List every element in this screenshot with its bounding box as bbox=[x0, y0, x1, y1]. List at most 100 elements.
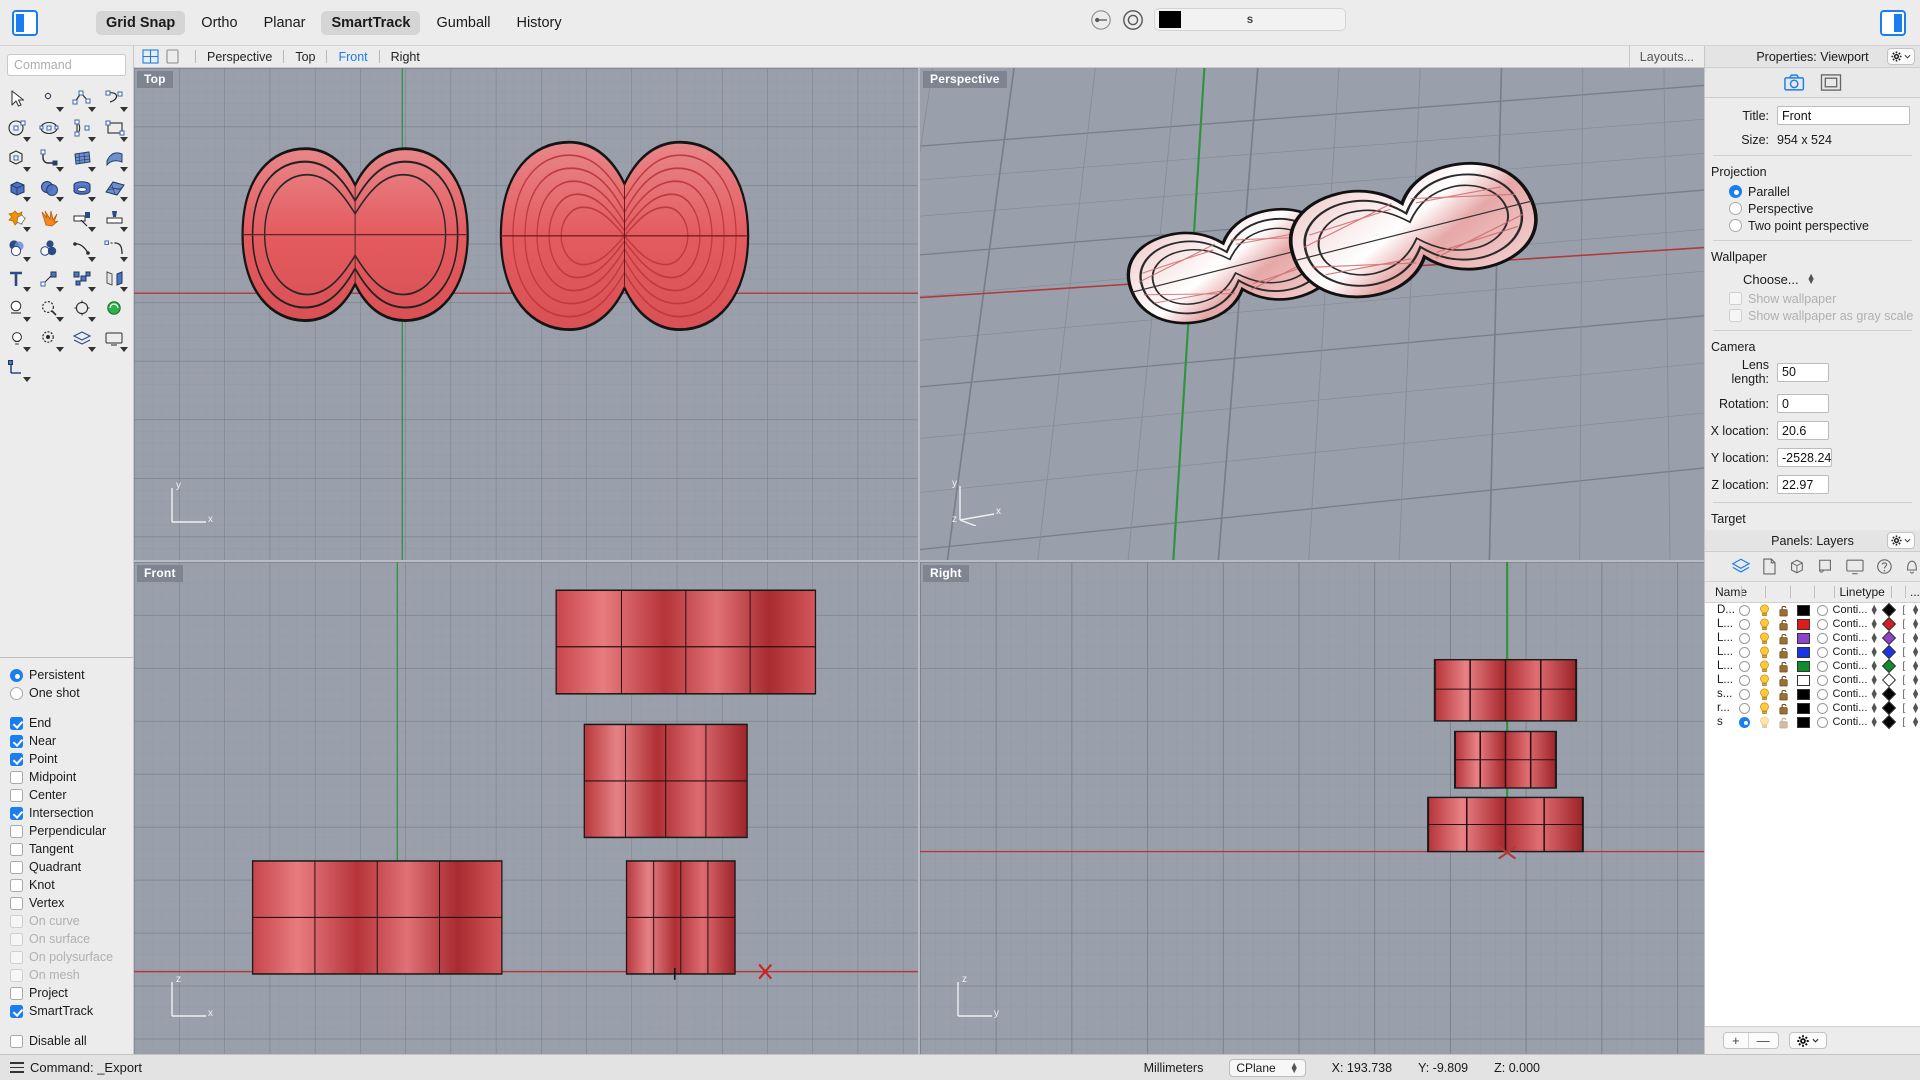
lightbulb-icon[interactable] bbox=[1758, 660, 1771, 673]
flyout-indicator-icon[interactable] bbox=[88, 227, 96, 232]
rectangle-tool[interactable] bbox=[99, 114, 131, 144]
viewport-right[interactable]: Right bbox=[920, 562, 1704, 1054]
camera-x-location-input[interactable]: 20.6 bbox=[1777, 421, 1829, 440]
viewport-tab-front[interactable]: Front bbox=[336, 50, 369, 64]
scale-tool[interactable] bbox=[34, 264, 66, 294]
projection-parallel[interactable]: Parallel bbox=[1705, 183, 1920, 200]
unlock-icon[interactable] bbox=[1778, 674, 1790, 687]
layer-print-color-icon[interactable] bbox=[1882, 617, 1896, 631]
checkbox-icon[interactable] bbox=[10, 879, 23, 892]
osnap-mode-one-shot[interactable]: One shot bbox=[10, 684, 133, 702]
radio-icon[interactable] bbox=[10, 687, 23, 700]
viewport-front[interactable]: Front bbox=[134, 562, 918, 1054]
flyout-indicator-icon[interactable] bbox=[23, 167, 31, 172]
viewport-label-perspective[interactable]: Perspective bbox=[923, 71, 1007, 88]
projection-perspective[interactable]: Perspective bbox=[1705, 200, 1920, 217]
flyout-indicator-icon[interactable] bbox=[23, 377, 31, 382]
layer-current-radio-icon[interactable] bbox=[1739, 619, 1750, 630]
unlock-icon[interactable] bbox=[1778, 618, 1790, 631]
layer-print-width[interactable]: [ bbox=[1897, 675, 1911, 686]
menu-item-history[interactable]: History bbox=[506, 11, 571, 35]
radio-icon[interactable] bbox=[1729, 219, 1742, 232]
explode-tool[interactable] bbox=[34, 204, 66, 234]
viewport-label-right[interactable]: Right bbox=[923, 565, 969, 582]
layer-current-radio-icon[interactable] bbox=[1739, 605, 1750, 616]
viewport-perspective[interactable]: Perspective bbox=[920, 68, 1704, 560]
layer-linetype[interactable]: Conti... bbox=[1832, 632, 1868, 644]
flyout-indicator-icon[interactable] bbox=[23, 137, 31, 142]
table-row[interactable]: L... Conti... ▲▼ [ ▲▼ bbox=[1705, 659, 1920, 673]
layer-current-radio-icon[interactable] bbox=[1739, 689, 1750, 700]
layer-material-icon[interactable] bbox=[1817, 661, 1828, 672]
flyout-indicator-icon[interactable] bbox=[56, 107, 64, 112]
single-view-layout-icon[interactable] bbox=[164, 49, 181, 64]
material-tool[interactable] bbox=[99, 294, 131, 324]
layer-material-icon[interactable] bbox=[1817, 605, 1828, 616]
layer-color-swatch[interactable] bbox=[1797, 605, 1810, 616]
tool-placeholder-a[interactable] bbox=[67, 354, 99, 384]
layer-linetype[interactable]: Conti... bbox=[1832, 716, 1868, 728]
stepper-icon[interactable]: ▲▼ bbox=[1911, 717, 1920, 727]
flyout-indicator-icon[interactable] bbox=[120, 107, 128, 112]
unlock-icon[interactable] bbox=[1778, 716, 1790, 729]
flyout-indicator-icon[interactable] bbox=[120, 167, 128, 172]
checkbox-icon[interactable] bbox=[10, 825, 23, 838]
stepper-icon[interactable]: ▲▼ bbox=[1868, 605, 1881, 615]
layers-icon[interactable] bbox=[1731, 558, 1751, 575]
osnap-quadrant[interactable]: Quadrant bbox=[10, 858, 133, 876]
text-tool[interactable] bbox=[2, 264, 34, 294]
viewport-tab-top[interactable]: Top bbox=[293, 50, 317, 64]
layer-color-swatch[interactable] bbox=[1797, 647, 1810, 658]
radio-icon[interactable] bbox=[10, 669, 23, 682]
layer-name[interactable]: L... bbox=[1705, 674, 1735, 686]
layer-color-swatch[interactable] bbox=[1797, 619, 1810, 630]
flyout-indicator-icon[interactable] bbox=[56, 137, 64, 142]
layer-color-swatch[interactable] bbox=[1797, 633, 1810, 644]
layer-print-color-icon[interactable] bbox=[1882, 659, 1896, 673]
layer-print-width[interactable]: [ bbox=[1897, 661, 1911, 672]
flyout-indicator-icon[interactable] bbox=[120, 137, 128, 142]
unlock-icon[interactable] bbox=[1778, 702, 1790, 715]
menu-item-gumball[interactable]: Gumball bbox=[426, 11, 500, 35]
stepper-icon[interactable]: ▲▼ bbox=[1868, 689, 1881, 699]
table-row[interactable]: L... Conti... ▲▼ [ ▲▼ bbox=[1705, 645, 1920, 659]
mirror-tool[interactable] bbox=[99, 264, 131, 294]
checkbox-icon[interactable] bbox=[10, 735, 23, 748]
fillet-curve-tool[interactable] bbox=[34, 144, 66, 174]
unlock-icon[interactable] bbox=[1778, 660, 1790, 673]
layer-color-swatch[interactable] bbox=[1797, 703, 1810, 714]
dimension-tool[interactable] bbox=[2, 294, 34, 324]
osnap-mode-persistent[interactable]: Persistent bbox=[10, 666, 133, 684]
flyout-indicator-icon[interactable] bbox=[88, 137, 96, 142]
flyout-indicator-icon[interactable] bbox=[88, 257, 96, 262]
stepper-icon[interactable]: ▲▼ bbox=[1807, 274, 1816, 284]
layers-col-linetype[interactable]: Linetype bbox=[1839, 585, 1884, 599]
boolean-intersection-tool[interactable] bbox=[34, 234, 66, 264]
layer-current-radio-icon[interactable] bbox=[1739, 675, 1750, 686]
layer-linetype[interactable]: Conti... bbox=[1832, 702, 1868, 714]
stepper-icon[interactable]: ▲▼ bbox=[1868, 703, 1881, 713]
osnap-tangent[interactable]: Tangent bbox=[10, 840, 133, 858]
layer-print-width[interactable]: [ bbox=[1897, 633, 1911, 644]
boolean-difference-tool[interactable] bbox=[2, 234, 34, 264]
flyout-indicator-icon[interactable] bbox=[56, 197, 64, 202]
osnap-point[interactable]: Point bbox=[10, 750, 133, 768]
circle-tool[interactable] bbox=[2, 114, 34, 144]
flyout-indicator-icon[interactable] bbox=[88, 197, 96, 202]
array-tool[interactable] bbox=[67, 264, 99, 294]
layouts-button[interactable]: Layouts... bbox=[1629, 46, 1704, 68]
menu-hamburger-icon[interactable] bbox=[10, 1062, 24, 1072]
layer-print-width[interactable]: [ bbox=[1897, 605, 1911, 616]
layer-name[interactable]: L... bbox=[1705, 660, 1735, 672]
camera-lens-length-input[interactable]: 50 bbox=[1777, 363, 1829, 382]
osnap-intersection[interactable]: Intersection bbox=[10, 804, 133, 822]
osnap-disable-all[interactable]: Disable all bbox=[10, 1032, 133, 1050]
cylinder-tool[interactable] bbox=[67, 174, 99, 204]
right-panel-toggle-button[interactable] bbox=[1880, 10, 1906, 36]
osnap-center[interactable]: Center bbox=[10, 786, 133, 804]
camera-y-location-input[interactable]: -2528.24 bbox=[1777, 448, 1832, 467]
flyout-indicator-icon[interactable] bbox=[23, 197, 31, 202]
sphere-tool[interactable] bbox=[34, 174, 66, 204]
stepper-icon[interactable]: ▲▼ bbox=[1911, 647, 1920, 657]
flyout-indicator-icon[interactable] bbox=[120, 287, 128, 292]
